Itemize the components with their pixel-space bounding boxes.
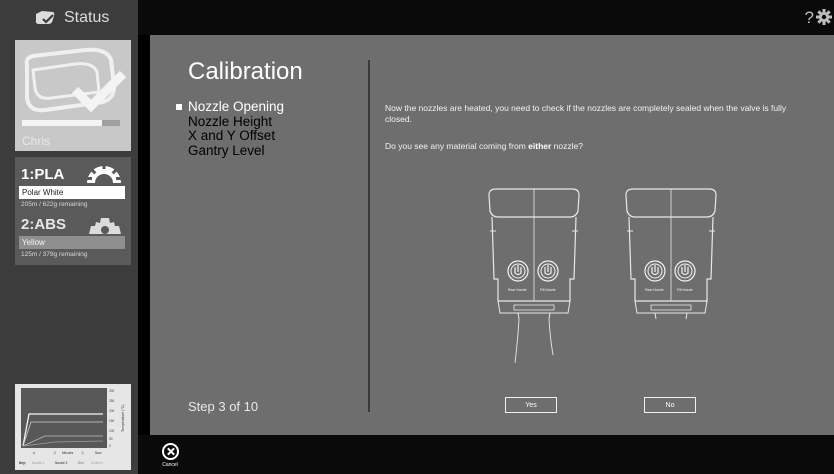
materials-panel: 1:PLA Polar White 205m / 622g remaining … xyxy=(15,157,131,265)
step-xy-offset: X and Y Offset xyxy=(188,128,276,143)
temperature-chart: 300 250 200 150 100 50 0 Temperature (°C… xyxy=(15,384,131,470)
x-tick: -1 xyxy=(81,451,84,455)
top-bar: ? xyxy=(138,0,834,35)
material-slot-1[interactable]: 1:PLA Polar White 205m / 622g remaining xyxy=(15,157,131,211)
y-tick: 0 xyxy=(109,444,111,448)
y-tick: 100 xyxy=(109,429,115,433)
question-text: Do you see any material coming from eith… xyxy=(385,141,583,151)
question-text-end: nozzle? xyxy=(551,141,583,151)
x-tick: Now xyxy=(95,451,102,455)
nozzle-label: Rear Nozzle xyxy=(645,288,664,292)
y-tick: 250 xyxy=(109,399,115,403)
yes-button[interactable]: Yes xyxy=(505,397,557,413)
cancel-label: Cancel xyxy=(162,462,178,468)
page-title: Calibration xyxy=(188,58,303,85)
legend-item: Nozzle 1 xyxy=(32,461,45,465)
help-icon[interactable]: ? xyxy=(805,8,814,28)
step-nozzle-height: Nozzle Height xyxy=(188,113,273,129)
material-2-title: 2:ABS xyxy=(21,216,67,233)
x-tick: -2 xyxy=(53,451,56,455)
nozzle-label: Fill Nozzle xyxy=(677,288,693,292)
step-counter: Step 3 of 10 xyxy=(188,399,259,414)
gear-icon[interactable] xyxy=(816,9,832,25)
material-2-color: Yellow xyxy=(19,236,125,249)
y-tick: 150 xyxy=(109,419,115,423)
calibration-steps-list: Nozzle Opening Nozzle Height X and Y Off… xyxy=(175,99,284,158)
print-progress-bar xyxy=(22,120,120,126)
question-emphasis: either xyxy=(528,141,552,151)
x-axis-label: Minutes xyxy=(62,451,74,455)
printer-status-icon xyxy=(35,10,55,24)
no-button[interactable]: No xyxy=(644,397,696,413)
x-tick: -4 xyxy=(32,451,35,455)
material-slot-2[interactable]: 2:ABS Yellow 125m / 379g remaining xyxy=(15,211,131,265)
material-2-remaining: 125m / 379g remaining xyxy=(21,251,88,258)
status-label: Status xyxy=(64,8,110,26)
status-header[interactable]: Status xyxy=(0,0,138,35)
printer-card[interactable]: Chris xyxy=(15,40,131,151)
bottom-bar: Cancel xyxy=(138,435,834,474)
vertical-divider xyxy=(368,60,370,412)
reel-icon xyxy=(87,164,121,183)
step-gantry-level: Gantry Level xyxy=(188,142,265,158)
cancel-button[interactable]: Cancel xyxy=(160,443,180,468)
instruction-text: Now the nozzles are heated, you need to … xyxy=(385,103,787,124)
temperature-chart-graphic: 300 250 200 150 100 50 0 Temperature (°C… xyxy=(19,388,125,465)
legend-item: Nozzle 2 xyxy=(55,461,68,465)
question-text-start: Do you see any material coming from xyxy=(385,141,529,151)
legend-key: Key: xyxy=(19,461,26,465)
nozzle-label: Rear Nozzle xyxy=(508,288,527,292)
y-tick: 300 xyxy=(109,389,115,393)
nozzle-label: Fill Nozzle xyxy=(540,288,556,292)
y-tick: 50 xyxy=(109,437,113,441)
gear-reel-icon xyxy=(89,218,121,234)
calibration-panel: Calibration Nozzle Opening Nozzle Height… xyxy=(150,35,834,435)
legend-item: Bed xyxy=(78,461,84,465)
nozzle-head-leaking-illustration: Rear Nozzle Fill Nozzle xyxy=(488,188,580,364)
material-1-color: Polar White xyxy=(19,186,125,199)
close-icon xyxy=(161,443,179,460)
material-1-title: 1:PLA xyxy=(21,166,65,183)
printer-name: Chris xyxy=(22,134,51,148)
material-1-remaining: 205m / 622g remaining xyxy=(21,201,88,208)
legend-item: Ambient xyxy=(91,461,103,465)
y-axis-label: Temperature (°C) xyxy=(121,404,125,432)
sidebar: Status Chris 1:PLA Polar White 205m / 62… xyxy=(0,0,138,474)
print-progress-fill xyxy=(22,120,103,126)
printer-illustration xyxy=(24,47,127,113)
step-nozzle-opening: Nozzle Opening xyxy=(175,99,284,115)
nozzle-head-sealed-illustration: Rear Nozzle Fill Nozzle xyxy=(625,188,717,320)
y-tick: 200 xyxy=(109,409,115,413)
